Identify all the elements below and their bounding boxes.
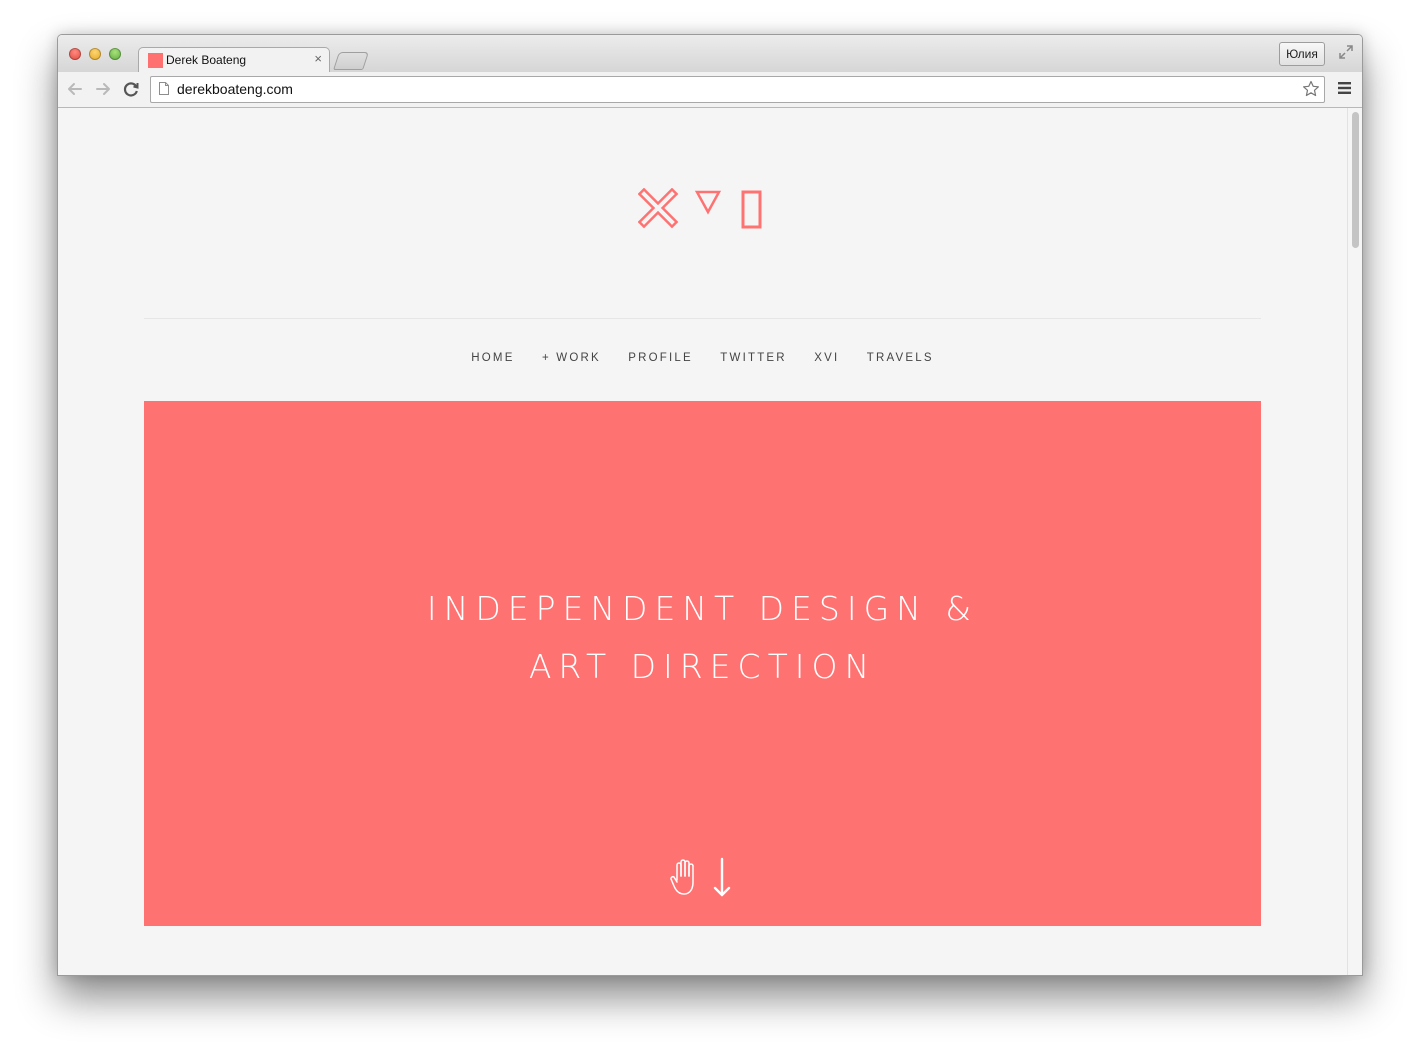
nav-work[interactable]: + WORK — [542, 352, 601, 364]
nav-xvi[interactable]: XVI — [814, 352, 839, 364]
arrow-down-icon — [713, 857, 731, 897]
browser-window: Derek Boateng × Юлия derekboateng.com HO… — [57, 34, 1363, 976]
nav-travels[interactable]: TRAVELS — [867, 352, 934, 364]
nav-home[interactable]: HOME — [471, 352, 514, 364]
x-icon — [638, 188, 679, 229]
title-bar: Derek Boateng × Юлия — [58, 35, 1362, 74]
triangle-down-icon — [694, 190, 722, 215]
back-icon[interactable] — [64, 78, 86, 100]
hero-banner: INDEPENDENT DESIGN & ART DIRECTION — [144, 401, 1261, 926]
minimize-window-button[interactable] — [89, 48, 101, 60]
nav-profile[interactable]: PROFILE — [628, 352, 693, 364]
tab-favicon — [148, 53, 163, 68]
profile-button[interactable]: Юлия — [1279, 42, 1325, 66]
tab-title: Derek Boateng — [166, 53, 247, 67]
address-bar[interactable]: derekboateng.com — [150, 76, 1325, 103]
menu-icon[interactable] — [1338, 81, 1351, 95]
browser-tab[interactable]: Derek Boateng × — [138, 47, 330, 74]
rectangle-icon — [741, 190, 762, 229]
hero-headline-line-1: INDEPENDENT DESIGN & — [426, 589, 979, 628]
nav-twitter[interactable]: TWITTER — [720, 352, 787, 364]
new-tab-button[interactable] — [333, 52, 369, 70]
site-nav: HOME + WORK PROFILE TWITTER XVI TRAVELS — [58, 352, 1347, 364]
header-divider — [144, 318, 1261, 319]
page-scrollbar[interactable] — [1347, 108, 1362, 975]
scroll-hint[interactable] — [669, 856, 739, 900]
fullscreen-icon[interactable] — [1339, 45, 1353, 59]
close-window-button[interactable] — [69, 48, 81, 60]
page-icon — [159, 82, 169, 95]
zoom-window-button[interactable] — [109, 48, 121, 60]
browser-toolbar: derekboateng.com — [58, 72, 1362, 108]
page-viewport: HOME + WORK PROFILE TWITTER XVI TRAVELS … — [58, 108, 1347, 975]
scrollbar-thumb[interactable] — [1352, 112, 1359, 248]
reload-icon[interactable] — [120, 78, 142, 100]
star-icon[interactable] — [1302, 80, 1320, 98]
site-logo[interactable] — [638, 188, 768, 232]
tab-close-icon[interactable]: × — [314, 51, 322, 66]
url-text[interactable]: derekboateng.com — [177, 81, 293, 97]
hero-headline-line-2: ART DIRECTION — [528, 647, 877, 686]
forward-icon[interactable] — [92, 78, 114, 100]
hand-icon — [670, 859, 694, 895]
